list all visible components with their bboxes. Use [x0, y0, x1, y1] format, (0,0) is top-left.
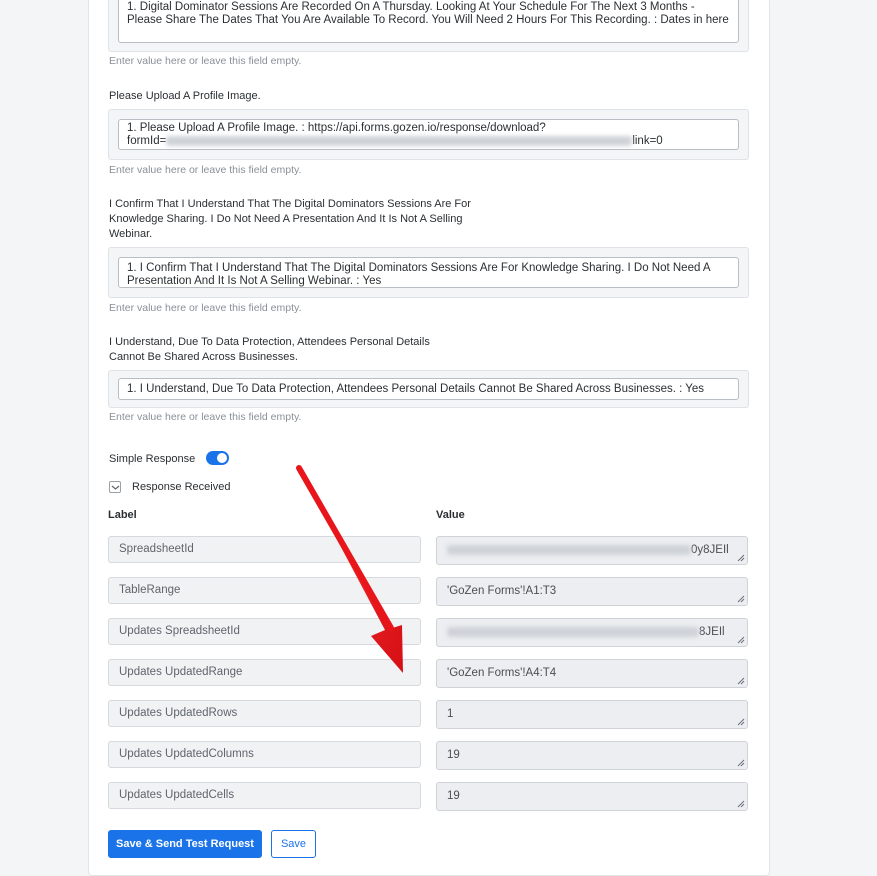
- dates-hint: Enter value here or leave this field emp…: [109, 55, 302, 67]
- response-received-toggle[interactable]: [109, 481, 121, 493]
- dates-field-wrapper: 1. Digital Dominator Sessions Are Record…: [108, 0, 749, 52]
- toggle-knob: [217, 453, 227, 463]
- data-protection-input[interactable]: 1. I Understand, Due To Data Protection,…: [118, 378, 739, 400]
- table-range-value: 'GoZen Forms'!A1:T3: [447, 585, 557, 597]
- label-column-header: Label: [108, 509, 137, 521]
- dates-textarea[interactable]: 1. Digital Dominator Sessions Are Record…: [118, 0, 739, 43]
- resize-grip-icon[interactable]: [737, 677, 745, 685]
- resize-grip-icon[interactable]: [737, 759, 745, 767]
- response-received-label: Response Received: [132, 481, 231, 493]
- profile-image-value-prefix: formId=: [127, 135, 167, 147]
- profile-image-field-wrapper: 1. Please Upload A Profile Image. : http…: [108, 109, 749, 160]
- profile-image-label: Please Upload A Profile Image.: [109, 90, 261, 102]
- redacted-updates-spreadsheet-id: [447, 626, 699, 637]
- row-value-updated-cells[interactable]: 19: [436, 782, 748, 811]
- data-protection-field-wrapper: 1. I Understand, Due To Data Protection,…: [108, 370, 749, 408]
- redacted-form-id: [166, 135, 633, 146]
- save-and-send-test-request-button[interactable]: Save & Send Test Request: [108, 830, 262, 858]
- profile-image-input[interactable]: 1. Please Upload A Profile Image. : http…: [118, 119, 739, 150]
- resize-grip-icon[interactable]: [737, 800, 745, 808]
- updated-range-value: 'GoZen Forms'!A4:T4: [447, 667, 557, 679]
- resize-grip-icon[interactable]: [737, 636, 745, 644]
- data-protection-hint: Enter value here or leave this field emp…: [109, 411, 302, 423]
- row-label-updated-columns: Updates UpdatedColumns: [108, 741, 421, 768]
- row-value-updated-range[interactable]: 'GoZen Forms'!A4:T4: [436, 659, 748, 688]
- updates-spreadsheet-id-visible-part: 8JEIl: [699, 626, 725, 638]
- knowledge-sharing-hint: Enter value here or leave this field emp…: [109, 302, 302, 314]
- simple-response-label: Simple Response: [109, 453, 196, 465]
- profile-image-value-line1: 1. Please Upload A Profile Image. : http…: [127, 122, 546, 134]
- updated-cells-value: 19: [447, 790, 460, 802]
- knowledge-sharing-label: I Confirm That I Understand That The Dig…: [109, 198, 471, 240]
- resize-grip-icon[interactable]: [737, 554, 745, 562]
- row-value-updates-spreadsheet-id[interactable]: 8JEIl: [436, 618, 748, 647]
- profile-image-value-suffix: link=0: [632, 135, 663, 147]
- value-column-header: Value: [436, 509, 465, 521]
- row-value-updated-rows[interactable]: 1: [436, 700, 748, 729]
- annotation-arrow-icon: [296, 465, 403, 673]
- knowledge-sharing-input[interactable]: 1. I Confirm That I Understand That The …: [118, 257, 739, 288]
- row-label-updated-rows: Updates UpdatedRows: [108, 700, 421, 727]
- simple-response-toggle[interactable]: [206, 451, 229, 465]
- resize-grip-icon[interactable]: [737, 595, 745, 603]
- chevron-down-icon: [111, 485, 120, 490]
- spreadsheet-id-visible-part: 0y8JEIl: [691, 544, 729, 556]
- updated-rows-value: 1: [447, 708, 454, 720]
- resize-grip-icon[interactable]: [737, 718, 745, 726]
- data-protection-label: I Understand, Due To Data Protection, At…: [109, 336, 430, 363]
- profile-image-value-line2: formId= link=0: [127, 135, 730, 148]
- knowledge-sharing-field-wrapper: 1. I Confirm That I Understand That The …: [108, 247, 749, 298]
- row-value-updated-columns[interactable]: 19: [436, 741, 748, 770]
- save-button[interactable]: Save: [271, 830, 316, 858]
- redacted-spreadsheet-id: [447, 544, 691, 555]
- row-value-spreadsheet-id[interactable]: 0y8JEIl: [436, 536, 748, 565]
- profile-image-hint: Enter value here or leave this field emp…: [109, 164, 302, 176]
- updated-columns-value: 19: [447, 749, 460, 761]
- row-label-updated-cells: Updates UpdatedCells: [108, 782, 421, 809]
- row-value-table-range[interactable]: 'GoZen Forms'!A1:T3: [436, 577, 748, 606]
